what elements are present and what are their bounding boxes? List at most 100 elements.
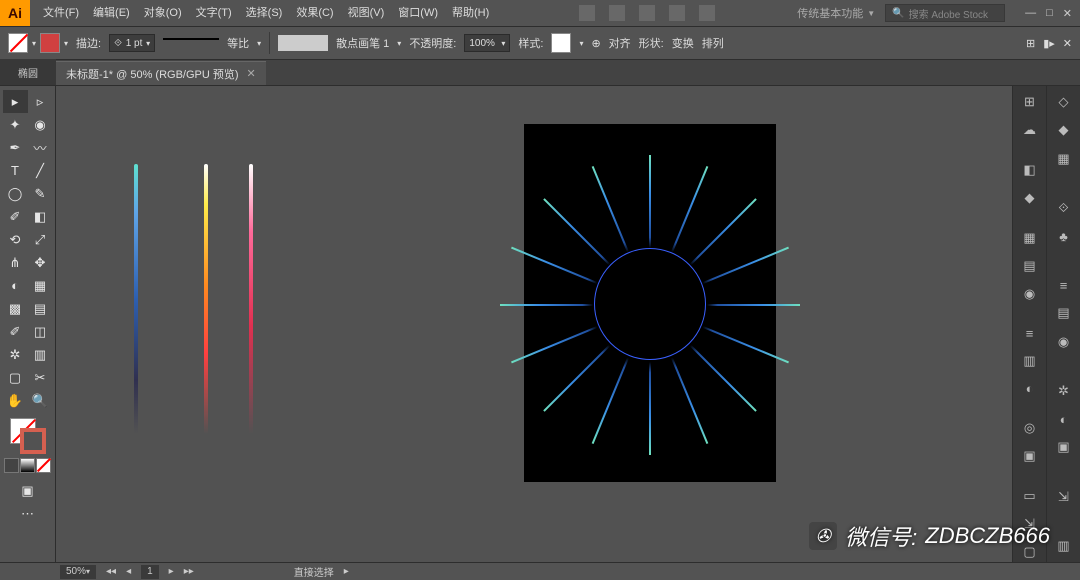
graphic-styles-panel-icon[interactable]: ▣ [1021, 448, 1039, 464]
shape-builder-tool[interactable]: ◐ [3, 274, 28, 297]
pen-tool[interactable]: ✒ [3, 136, 28, 159]
gradient-panel-icon[interactable]: ▥ [1021, 353, 1039, 369]
direct-selection-tool[interactable]: ▹ [28, 90, 53, 113]
lasso-tool[interactable]: ◉ [28, 113, 53, 136]
doc-setup-icon[interactable]: ⊕ [591, 37, 600, 50]
panel-icon-c[interactable]: ▦ [1055, 150, 1073, 166]
type-tool[interactable]: T [3, 159, 28, 182]
arrange-label[interactable]: 排列 [702, 35, 724, 51]
menu-edit[interactable]: 编辑(E) [86, 0, 137, 26]
menu-file[interactable]: 文件(F) [36, 0, 86, 26]
panel-icon-i[interactable]: ✲ [1055, 383, 1073, 399]
maximize-button[interactable]: □ [1046, 7, 1053, 20]
document-tab[interactable]: 未标题-1* @ 50% (RGB/GPU 预览) ✕ [56, 61, 266, 85]
panel-icon-j[interactable]: ◐ [1055, 411, 1073, 427]
brushes-panel-icon[interactable]: ▤ [1021, 258, 1039, 274]
close-button[interactable]: ✕ [1063, 7, 1072, 20]
artboard-nav-field[interactable]: 1 [141, 565, 159, 579]
panel-menu-icon[interactable]: ▮▸ [1043, 37, 1055, 50]
nav-next-one-icon[interactable]: ▸ [169, 566, 174, 577]
ellipse-tool[interactable]: ◯ [3, 182, 28, 205]
close-tab-icon[interactable]: ✕ [247, 67, 256, 80]
stroke-swatch[interactable] [40, 33, 60, 53]
minimize-button[interactable]: — [1025, 7, 1036, 20]
appearance-panel-icon[interactable]: ◎ [1021, 420, 1039, 436]
menu-type[interactable]: 文字(T) [189, 0, 239, 26]
style-swatch[interactable] [551, 33, 571, 53]
menu-select[interactable]: 选择(S) [239, 0, 290, 26]
menu-object[interactable]: 对象(O) [137, 0, 189, 26]
eraser-tool[interactable]: ◧ [28, 205, 53, 228]
properties-panel-icon[interactable]: ⊞ [1021, 94, 1039, 110]
blend-tool[interactable]: ◫ [28, 320, 53, 343]
width-tool[interactable]: ⋔ [3, 251, 28, 274]
hand-tool[interactable]: ✋ [3, 389, 28, 412]
perspective-tool[interactable]: ▦ [28, 274, 53, 297]
chevron-down-icon[interactable]: ▾ [397, 39, 401, 48]
stroke-indicator[interactable] [20, 428, 46, 454]
panel-icon-b[interactable]: ◆ [1055, 122, 1073, 138]
panel-collapse-icon[interactable]: ✕ [1063, 37, 1072, 50]
fill-swatch[interactable] [8, 33, 28, 53]
screen-mode-icon[interactable]: ▣ [15, 479, 40, 502]
rotate-tool[interactable]: ⟲ [3, 228, 28, 251]
stroke-panel-icon[interactable]: ≡ [1021, 326, 1039, 341]
none-mode-icon[interactable] [36, 458, 51, 473]
panel-icon-d[interactable]: ⟐ [1055, 200, 1073, 216]
arrange-docs-icon[interactable] [639, 5, 655, 21]
panel-icon-e[interactable]: ♣ [1055, 228, 1073, 244]
stroke-weight-stepper[interactable]: ⟐1 pt▾ [109, 34, 155, 52]
panel-icon-g[interactable]: ▤ [1055, 305, 1073, 321]
eyedropper-tool[interactable]: ✐ [3, 320, 28, 343]
shaper-tool[interactable]: ✐ [3, 205, 28, 228]
symbol-sprayer-tool[interactable]: ✲ [3, 343, 28, 366]
zoom-field[interactable]: 50% ▾ [60, 565, 96, 579]
line-tool[interactable]: ╱ [28, 159, 53, 182]
panel-icon-f[interactable]: ≡ [1055, 277, 1073, 293]
gradient-tool[interactable]: ▤ [28, 297, 53, 320]
magic-wand-tool[interactable]: ✦ [3, 113, 28, 136]
align-label[interactable]: 对齐 [609, 35, 631, 51]
libraries-panel-icon[interactable]: ☁ [1021, 122, 1039, 138]
opacity-stepper[interactable]: 100%▾ [464, 34, 510, 52]
bridge-icon[interactable] [579, 5, 595, 21]
panel-icon-m[interactable]: ▥ [1055, 538, 1073, 554]
curvature-tool[interactable]: 〰 [28, 136, 53, 159]
canvas[interactable] [56, 86, 1012, 562]
graph-tool[interactable]: ▥ [28, 343, 53, 366]
stock-icon[interactable] [609, 5, 625, 21]
chevron-down-icon[interactable]: ▾ [579, 39, 583, 48]
panel-icon-h[interactable]: ◉ [1055, 334, 1073, 350]
search-input[interactable]: 🔍 搜索 Adobe Stock [885, 4, 1005, 22]
chevron-down-icon[interactable]: ▾ [64, 39, 68, 48]
panel-toggle-icon[interactable]: ⊞ [1026, 37, 1035, 50]
free-transform-tool[interactable]: ✥ [28, 251, 53, 274]
panel-icon-k[interactable]: ▣ [1055, 439, 1073, 455]
panel-icon-l[interactable]: ⇲ [1055, 488, 1073, 504]
color-guide-panel-icon[interactable]: ◆ [1021, 190, 1039, 206]
transform-label[interactable]: 变换 [672, 35, 694, 51]
menu-help[interactable]: 帮助(H) [445, 0, 496, 26]
nav-prev-one-icon[interactable]: ◂ [126, 566, 131, 577]
mesh-tool[interactable]: ▩ [3, 297, 28, 320]
menu-view[interactable]: 视图(V) [341, 0, 392, 26]
status-menu-icon[interactable]: ▸ [344, 566, 349, 577]
gpu-icon[interactable] [669, 5, 685, 21]
color-panel-icon[interactable]: ◧ [1021, 162, 1039, 178]
color-mode-icon[interactable] [4, 458, 19, 473]
edit-toolbar-icon[interactable]: ⋯ [15, 502, 40, 525]
layers-panel-icon[interactable]: ▭ [1021, 488, 1039, 504]
chevron-down-icon[interactable]: ▾ [257, 39, 261, 48]
fill-stroke-control[interactable] [10, 418, 46, 454]
artboard-tool[interactable]: ▢ [3, 366, 28, 389]
selection-tool[interactable]: ▸ [3, 90, 28, 113]
menu-effect[interactable]: 效果(C) [289, 0, 340, 26]
symbols-panel-icon[interactable]: ◉ [1021, 286, 1039, 302]
scale-tool[interactable]: ⤢ [28, 228, 53, 251]
transparency-panel-icon[interactable]: ◐ [1021, 381, 1039, 396]
slice-tool[interactable]: ✂ [28, 366, 53, 389]
paintbrush-tool[interactable]: ✎ [28, 182, 53, 205]
swatches-panel-icon[interactable]: ▦ [1021, 230, 1039, 246]
brush-preview[interactable] [278, 35, 328, 51]
workspace-switcher[interactable]: 传统基本功能 ▼ [797, 5, 875, 21]
